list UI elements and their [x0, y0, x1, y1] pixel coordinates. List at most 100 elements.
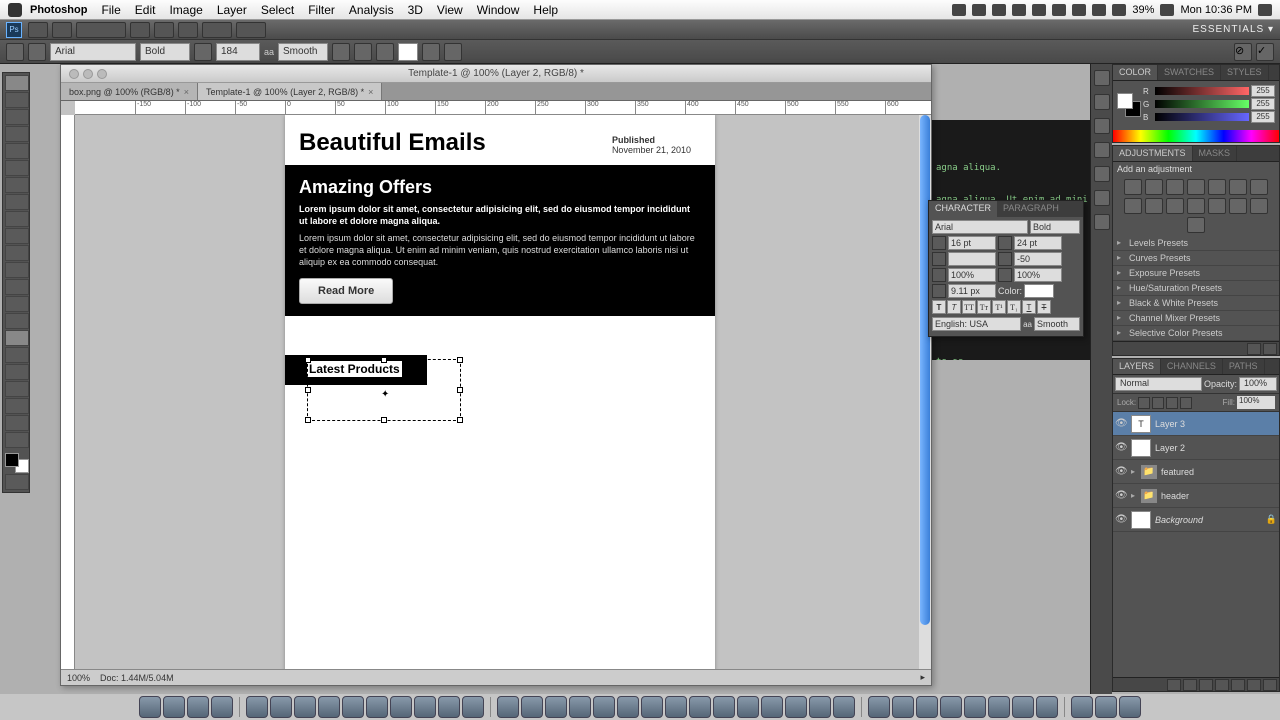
smallcaps-icon[interactable]: Tᴛ: [977, 300, 991, 314]
dock-app-icon[interactable]: [713, 696, 735, 718]
new-layer-icon[interactable]: [1247, 679, 1261, 691]
dock-app-icon[interactable]: [414, 696, 436, 718]
menu-edit[interactable]: Edit: [135, 3, 156, 17]
dock-app-icon[interactable]: [163, 696, 185, 718]
layer-row[interactable]: 👁▸📁featured: [1113, 460, 1279, 484]
marquee-tool[interactable]: [5, 92, 29, 108]
character-panel-icon[interactable]: [444, 43, 462, 61]
menu-3d[interactable]: 3D: [408, 3, 423, 17]
dock-app-icon[interactable]: [868, 696, 890, 718]
healing-tool[interactable]: [5, 177, 29, 193]
adjustment-layer-icon[interactable]: [1215, 679, 1229, 691]
menu-view[interactable]: View: [437, 3, 463, 17]
dock-app-icon[interactable]: [1012, 696, 1034, 718]
visibility-icon[interactable]: 👁: [1115, 466, 1127, 478]
screen-mode-button[interactable]: [236, 22, 266, 38]
layer-row[interactable]: 👁TLayer 3: [1113, 412, 1279, 436]
eyedropper-tool[interactable]: [5, 160, 29, 176]
layer-name[interactable]: Layer 3: [1155, 419, 1185, 429]
dock-app-icon[interactable]: [737, 696, 759, 718]
menubar-icon[interactable]: [1092, 4, 1106, 16]
subscript-icon[interactable]: T₁: [1007, 300, 1021, 314]
delete-layer-icon[interactable]: [1263, 679, 1277, 691]
ruler-horizontal[interactable]: -150-100-5005010015020025030035040045050…: [75, 101, 931, 115]
preset-item[interactable]: Hue/Saturation Presets: [1113, 281, 1279, 296]
visibility-icon[interactable]: 👁: [1115, 442, 1127, 454]
menu-file[interactable]: File: [101, 3, 120, 17]
text-orientation-icon[interactable]: [28, 43, 46, 61]
warp-text-icon[interactable]: [422, 43, 440, 61]
allcaps-icon[interactable]: TT: [962, 300, 976, 314]
crop-tool[interactable]: [5, 143, 29, 159]
hand-tool[interactable]: [5, 415, 29, 431]
stamp-tool[interactable]: [5, 211, 29, 227]
shape-tool[interactable]: [5, 364, 29, 380]
char-color[interactable]: [1024, 284, 1054, 298]
spectrum-ramp[interactable]: [1113, 130, 1279, 142]
tab-paths[interactable]: PATHS: [1223, 359, 1265, 374]
adj-curves-icon[interactable]: [1166, 179, 1184, 195]
adj-brightness-icon[interactable]: [1124, 179, 1142, 195]
zoom-tool[interactable]: [5, 432, 29, 448]
adj-thresh-icon[interactable]: [1229, 198, 1247, 214]
center-point-icon[interactable]: ✦: [381, 389, 389, 400]
dock-app-icon[interactable]: [1036, 696, 1058, 718]
handle-e[interactable]: [457, 387, 463, 393]
menubar-icon[interactable]: [1032, 4, 1046, 16]
adj-hue-icon[interactable]: [1229, 179, 1247, 195]
adj-exposure-icon[interactable]: [1187, 179, 1205, 195]
dock-app-icon[interactable]: [785, 696, 807, 718]
canvas[interactable]: Beautiful Emails Published November 21, …: [75, 115, 919, 669]
apple-icon[interactable]: [8, 3, 22, 17]
visibility-icon[interactable]: 👁: [1115, 490, 1127, 502]
dock-app-icon[interactable]: [940, 696, 962, 718]
strike-icon[interactable]: T: [1037, 300, 1051, 314]
brush-tool[interactable]: [5, 194, 29, 210]
menu-help[interactable]: Help: [533, 3, 558, 17]
preset-item[interactable]: Levels Presets: [1113, 236, 1279, 251]
adj-levels-icon[interactable]: [1145, 179, 1163, 195]
handle-w[interactable]: [305, 387, 311, 393]
visibility-icon[interactable]: 👁: [1115, 418, 1127, 430]
panel-icon[interactable]: [1094, 94, 1110, 110]
dock-app-icon[interactable]: [761, 696, 783, 718]
3d-tool[interactable]: [5, 381, 29, 397]
type-tool[interactable]: [5, 330, 29, 346]
link-layers-icon[interactable]: [1167, 679, 1181, 691]
ruler-vertical[interactable]: [61, 115, 75, 669]
layer-row[interactable]: 👁Background🔒: [1113, 508, 1279, 532]
tool-preset-icon[interactable]: [6, 43, 24, 61]
workspace-switcher[interactable]: ESSENTIALS ▾: [1193, 24, 1275, 35]
tab-character[interactable]: CHARACTER: [929, 201, 997, 217]
menubar-icon[interactable]: [1112, 4, 1126, 16]
spotlight-icon[interactable]: [1258, 4, 1272, 16]
path-select-tool[interactable]: [5, 347, 29, 363]
char-language[interactable]: English: USA: [932, 317, 1021, 331]
minimize-icon[interactable]: [83, 69, 93, 79]
align-center-icon[interactable]: [354, 43, 372, 61]
dock-app-icon[interactable]: [809, 696, 831, 718]
lock-transparency-icon[interactable]: [1138, 397, 1150, 409]
layer-name[interactable]: Background: [1155, 515, 1203, 525]
dock-app-icon[interactable]: [617, 696, 639, 718]
tab-layers[interactable]: LAYERS: [1113, 359, 1161, 374]
tab-swatches[interactable]: SWATCHES: [1158, 65, 1221, 80]
font-weight-field[interactable]: Bold: [140, 43, 190, 61]
adj-invert-icon[interactable]: [1187, 198, 1205, 214]
menu-image[interactable]: Image: [169, 3, 202, 17]
dock-app-icon[interactable]: [366, 696, 388, 718]
tab-paragraph[interactable]: PARAGRAPH: [997, 201, 1065, 217]
char-weight[interactable]: Bold: [1030, 220, 1080, 234]
hand-tool-icon[interactable]: [130, 22, 150, 38]
panel-icon[interactable]: [1094, 214, 1110, 230]
dock-app-icon[interactable]: [390, 696, 412, 718]
dock-folder-icon[interactable]: [1071, 696, 1093, 718]
layer-name[interactable]: Layer 2: [1155, 443, 1185, 453]
dock-app-icon[interactable]: [497, 696, 519, 718]
window-titlebar[interactable]: Template-1 @ 100% (Layer 2, RGB/8) *: [61, 65, 931, 83]
adj-photo-icon[interactable]: [1145, 198, 1163, 214]
panel-icon[interactable]: [1094, 118, 1110, 134]
tab-masks[interactable]: MASKS: [1193, 146, 1238, 161]
gradient-tool[interactable]: [5, 262, 29, 278]
panel-button[interactable]: [1263, 343, 1277, 355]
